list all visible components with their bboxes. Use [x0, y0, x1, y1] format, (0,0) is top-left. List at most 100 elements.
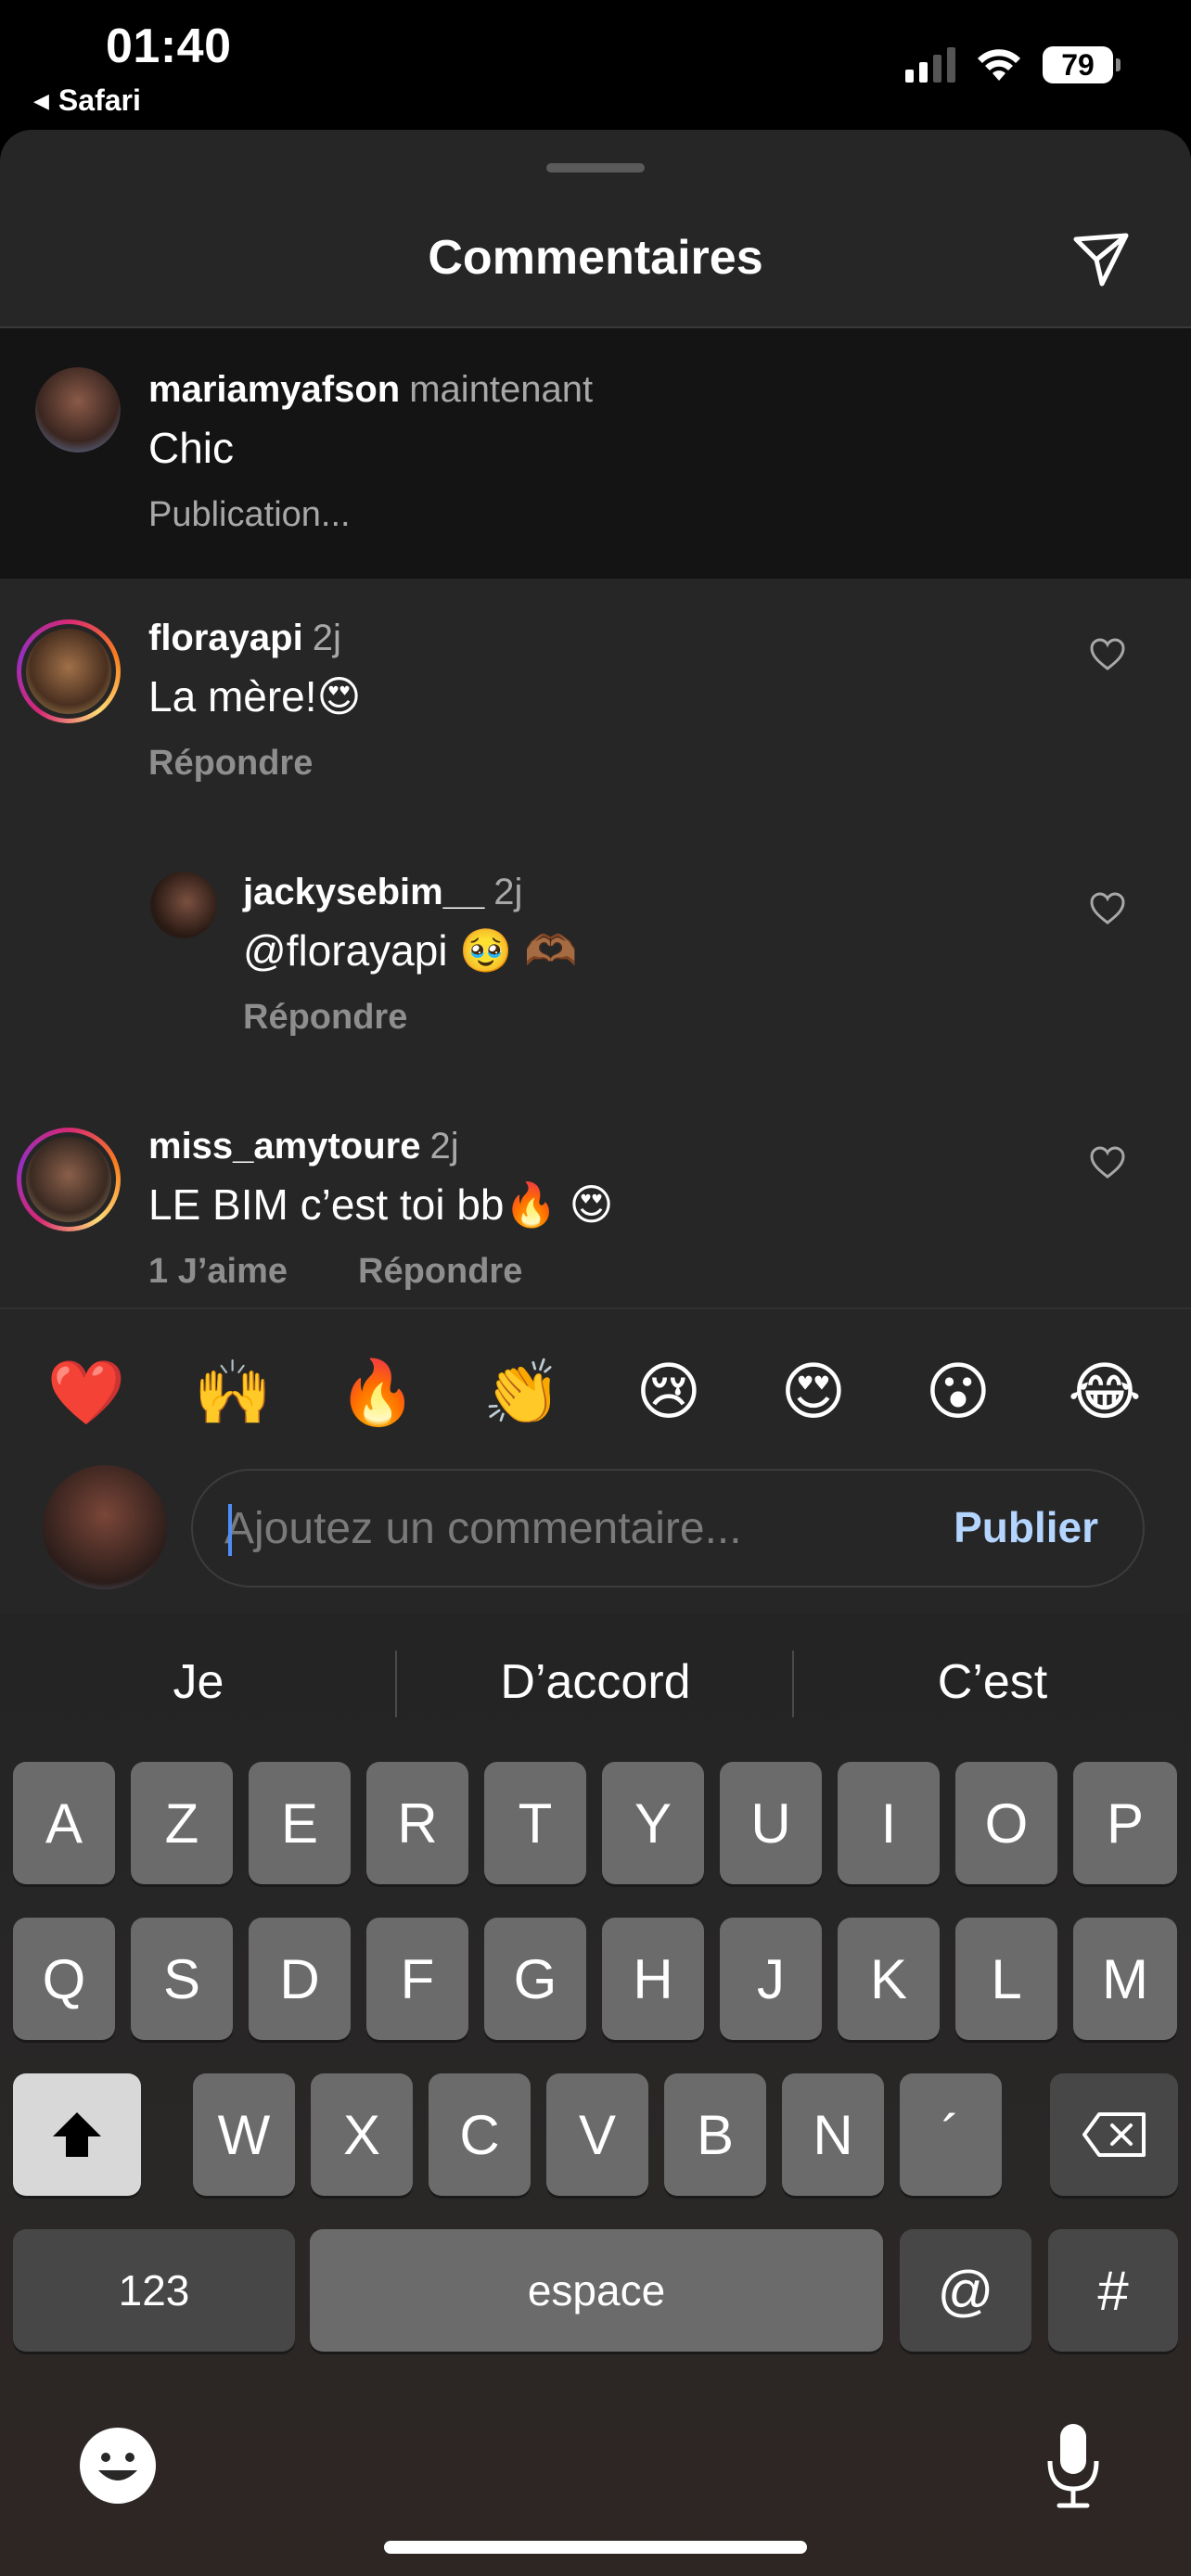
shift-key[interactable] [13, 2073, 141, 2196]
comment-text: La mère!😍 [148, 672, 362, 721]
comment-text: @florayapi 🥹 🫶🏾 [243, 926, 578, 975]
key-l[interactable]: L [955, 1918, 1057, 2040]
key-m[interactable]: M [1073, 1918, 1177, 2040]
emoji-surprised[interactable]: 😮 [916, 1356, 1000, 1429]
share-icon[interactable] [1069, 226, 1133, 291]
key-n[interactable]: N [782, 2073, 884, 2196]
cellular-signal-icon [905, 47, 955, 83]
avatar[interactable] [17, 619, 121, 723]
key-p[interactable]: P [1073, 1762, 1177, 1884]
microphone-icon[interactable] [1044, 2422, 1102, 2511]
username-text[interactable]: florayapi [148, 618, 303, 658]
key-e[interactable]: E [249, 1762, 351, 1884]
publish-button[interactable]: Publier [954, 1502, 1098, 1552]
key-a[interactable]: A [13, 1762, 115, 1884]
avatar[interactable] [150, 872, 217, 938]
key-z[interactable]: Z [131, 1762, 233, 1884]
key-k[interactable]: K [838, 1918, 940, 2040]
comment-item: miss_amytoure 2j LE BIM c’est toi bb🔥 😍 1… [0, 1087, 1191, 1307]
heart-icon[interactable] [1089, 890, 1126, 927]
emoji-heart[interactable]: ❤️ [45, 1356, 128, 1430]
username-text[interactable]: miss_amytoure [148, 1126, 420, 1167]
emoji-heart-eyes[interactable]: 😍 [772, 1356, 855, 1429]
key-c[interactable]: C [429, 2073, 531, 2196]
key-i[interactable]: I [838, 1762, 940, 1884]
comment-reply-item: jackysebim__ 2j @florayapi 🥹 🫶🏾 Répondre [0, 833, 1191, 1087]
battery-icon: 79 [1043, 46, 1121, 83]
key-v[interactable]: V [546, 2073, 648, 2196]
key-f[interactable]: F [366, 1918, 468, 2040]
suggestion-item[interactable]: D’accord [397, 1654, 794, 1710]
back-to-safari[interactable]: ◀ Safari [33, 83, 141, 118]
battery-level: 79 [1061, 47, 1095, 82]
comment-composer: Publier [191, 1469, 1145, 1588]
reply-button[interactable]: Répondre [243, 998, 407, 1038]
comment-time: maintenant [409, 369, 594, 410]
key-y[interactable]: Y [602, 1762, 704, 1884]
comment-item: florayapi 2j La mère!😍 Répondre [0, 579, 1191, 833]
own-comment: mariamyafson maintenant Chic Publication.… [0, 328, 1191, 579]
at-key[interactable]: @ [900, 2229, 1031, 2352]
home-indicator[interactable] [384, 2541, 807, 2554]
posting-status: Publication... [148, 495, 351, 534]
delete-key[interactable] [1050, 2073, 1178, 2196]
username-text[interactable]: mariamyafson [148, 369, 400, 410]
key-h[interactable]: H [602, 1918, 704, 2040]
back-label: Safari [58, 83, 141, 117]
key-w[interactable]: W [193, 2073, 295, 2196]
key-g[interactable]: G [484, 1918, 586, 2040]
likes-count[interactable]: 1 J’aime [148, 1252, 288, 1292]
key-accent[interactable]: ´ [900, 2073, 1002, 2196]
comments-sheet: Commentaires mariamyafson maintenant Chic… [0, 130, 1191, 1613]
reply-button[interactable]: Répondre [148, 744, 313, 784]
hash-key[interactable]: # [1048, 2229, 1178, 2352]
emoji-laughing[interactable]: 😂 [1063, 1356, 1146, 1429]
reply-button[interactable]: Répondre [358, 1252, 522, 1292]
status-icons: 79 [905, 46, 1121, 83]
emoji-fire[interactable]: 🔥 [336, 1356, 419, 1430]
key-u[interactable]: U [720, 1762, 822, 1884]
emoji-keyboard-icon[interactable] [78, 2426, 158, 2506]
suggestion-item[interactable]: Je [0, 1654, 397, 1710]
back-arrow-icon: ◀ [33, 88, 49, 112]
space-key[interactable]: espace [310, 2229, 883, 2352]
username-text[interactable]: jackysebim__ [243, 872, 484, 912]
sheet-title: Commentaires [428, 231, 763, 285]
emoji-cry[interactable]: 😢 [627, 1356, 711, 1429]
backspace-icon [1082, 2112, 1146, 2157]
wifi-icon [978, 49, 1020, 81]
key-d[interactable]: D [249, 1918, 351, 2040]
comment-username[interactable]: miss_amytoure 2j [148, 1126, 459, 1167]
key-t[interactable]: T [484, 1762, 586, 1884]
text-cursor [228, 1504, 232, 1556]
emoji-clap[interactable]: 👏 [480, 1356, 564, 1430]
comment-username[interactable]: florayapi 2j [148, 618, 341, 659]
comment-username[interactable]: jackysebim__ 2j [243, 872, 522, 913]
avatar[interactable] [17, 1128, 121, 1231]
key-b[interactable]: B [664, 2073, 766, 2196]
comment-text: Chic [148, 424, 235, 472]
comment-username[interactable]: mariamyafson maintenant [148, 369, 593, 411]
key-x[interactable]: X [311, 2073, 413, 2196]
comment-time: 2j [312, 618, 341, 658]
key-r[interactable]: R [366, 1762, 468, 1884]
comment-time: 2j [429, 1126, 459, 1167]
numbers-key[interactable]: 123 [13, 2229, 295, 2352]
heart-icon[interactable] [1089, 1144, 1126, 1181]
key-q[interactable]: Q [13, 1918, 115, 2040]
key-o[interactable]: O [955, 1762, 1057, 1884]
status-time: 01:40 [106, 19, 232, 73]
keyboard: Je D’accord C’est A Z E R T Y U I O P Q … [0, 1613, 1191, 2576]
status-bar: 01:40 ◀ Safari 79 [0, 0, 1191, 130]
heart-icon[interactable] [1089, 636, 1126, 673]
sheet-grabber[interactable] [546, 163, 645, 172]
emoji-raised-hands[interactable]: 🙌 [191, 1356, 275, 1430]
suggestion-item[interactable]: C’est [794, 1654, 1191, 1710]
comment-text: LE BIM c’est toi bb🔥 😍 [148, 1180, 614, 1229]
avatar[interactable] [35, 367, 121, 453]
current-user-avatar [43, 1465, 167, 1589]
key-j[interactable]: J [720, 1918, 822, 2040]
comment-time: 2j [493, 872, 523, 912]
comment-input[interactable] [224, 1502, 929, 1554]
key-s[interactable]: S [131, 1918, 233, 2040]
